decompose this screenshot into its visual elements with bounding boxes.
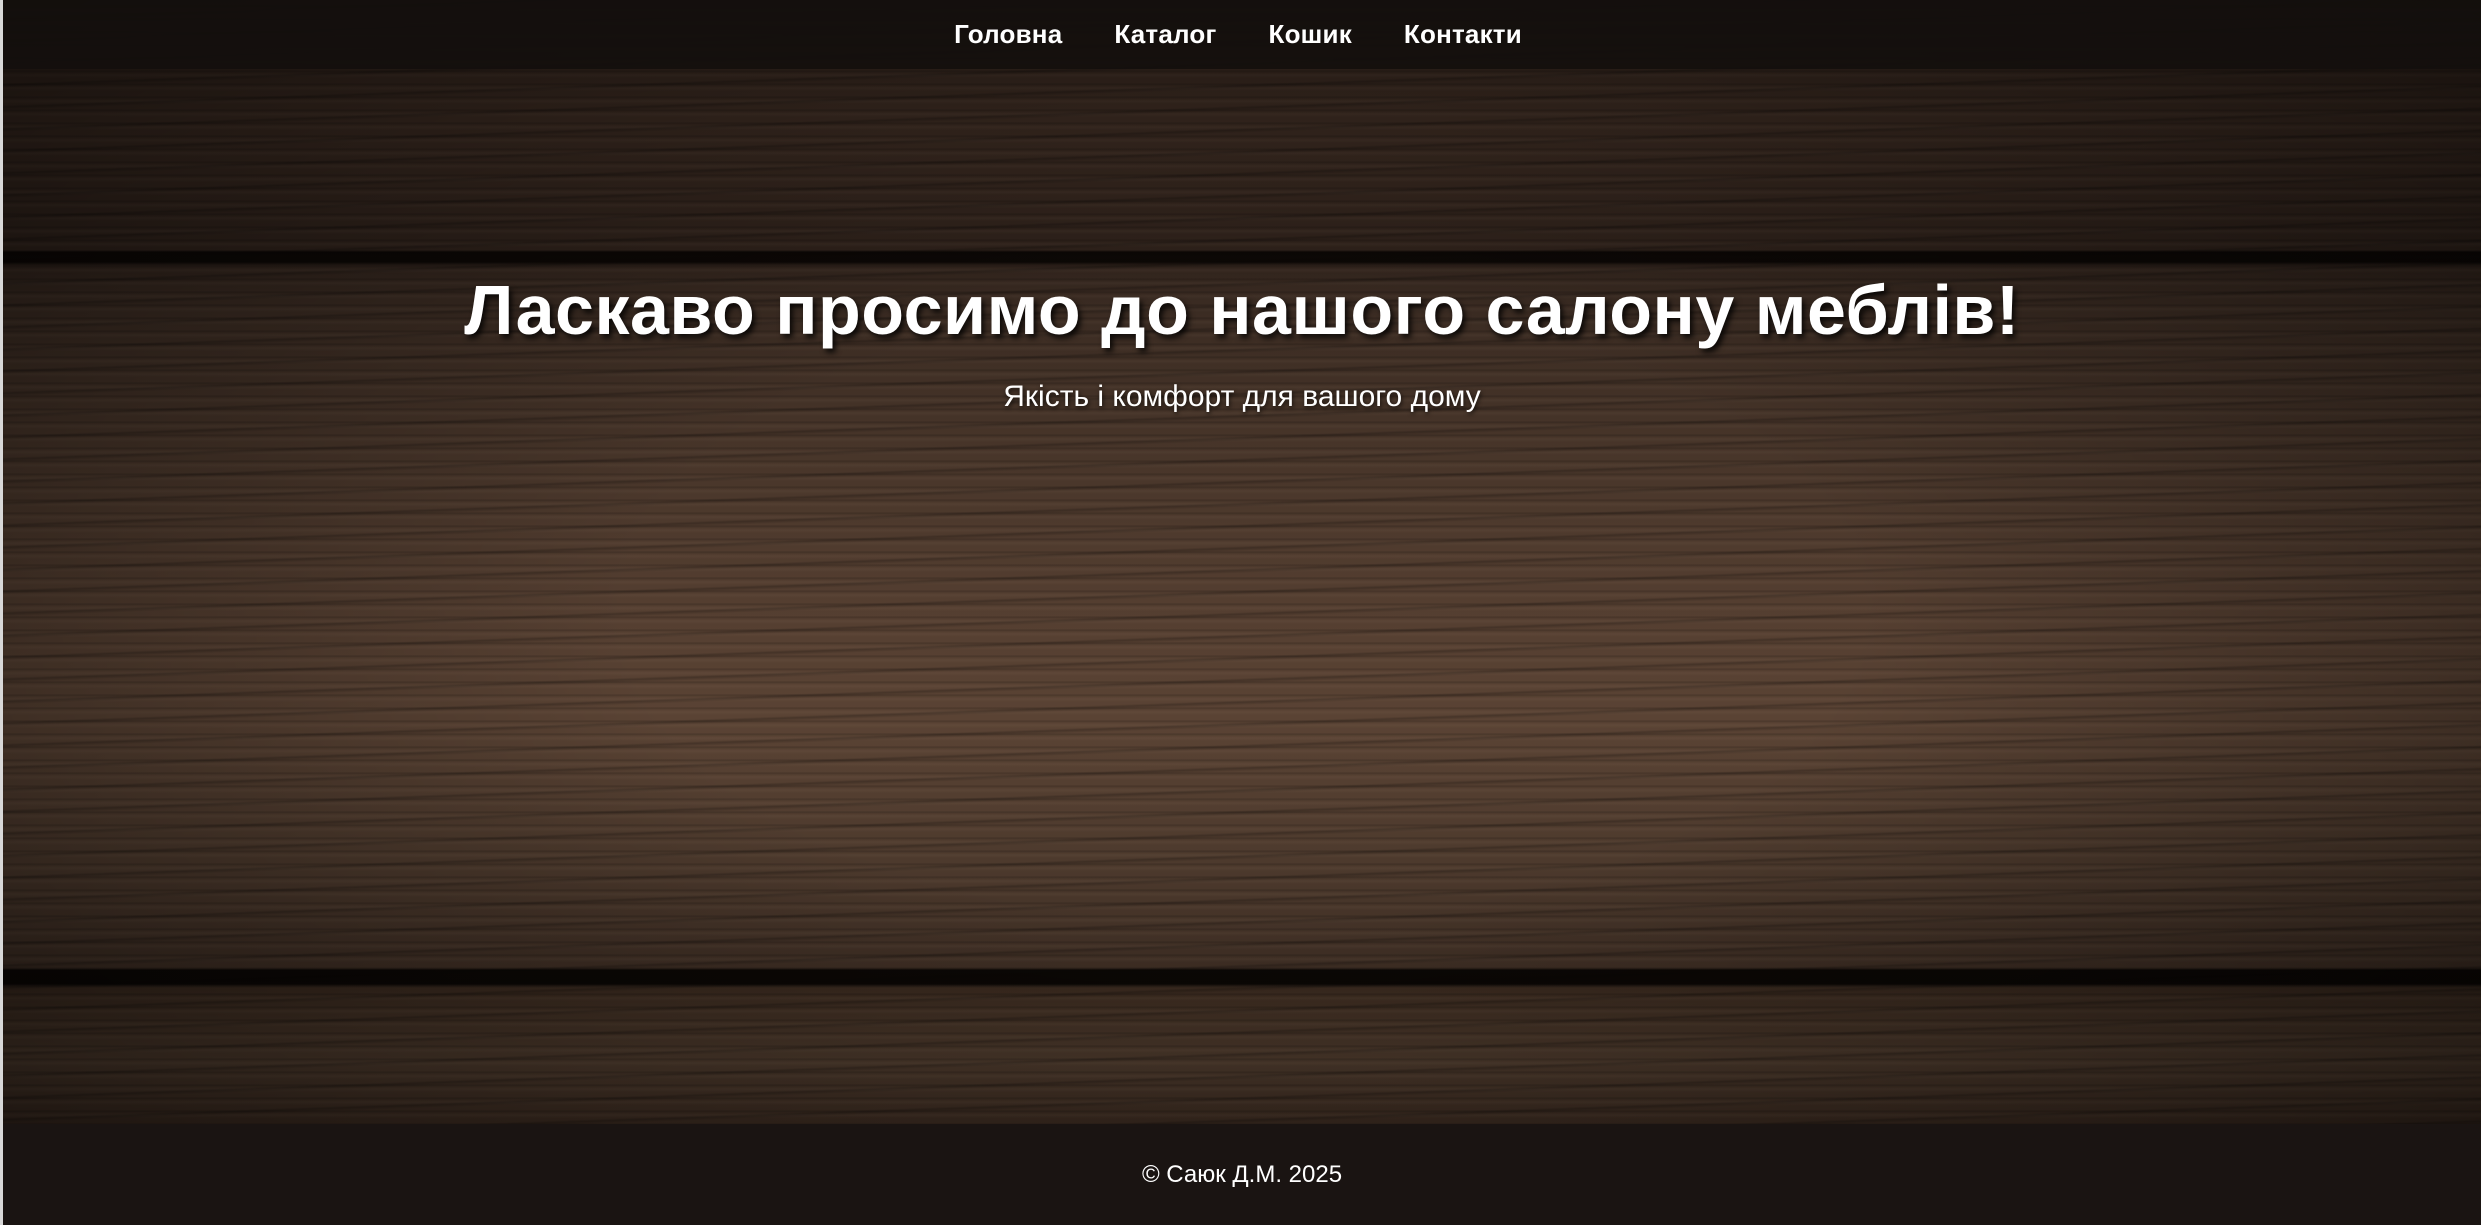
- page: Головна Каталог Кошик Контакти Ласкаво п…: [0, 0, 2481, 1225]
- nav-link-catalog[interactable]: Каталог: [1114, 19, 1216, 50]
- hero-subtitle: Якість і комфорт для вашого дому: [1003, 380, 1481, 413]
- nav-link-home[interactable]: Головна: [954, 19, 1062, 50]
- footer: © Саюк Д.М. 2025: [3, 1124, 2481, 1225]
- hero-title: Ласкаво просимо до нашого салону меблів!: [464, 271, 2020, 349]
- hero-section: Ласкаво просимо до нашого салону меблів!…: [3, 270, 2481, 414]
- nav-link-cart[interactable]: Кошик: [1269, 19, 1352, 50]
- footer-copyright: © Саюк Д.М. 2025: [1141, 1160, 1343, 1188]
- nav-link-contacts[interactable]: Контакти: [1404, 19, 1522, 50]
- main-nav: Головна Каталог Кошик Контакти: [3, 0, 2481, 69]
